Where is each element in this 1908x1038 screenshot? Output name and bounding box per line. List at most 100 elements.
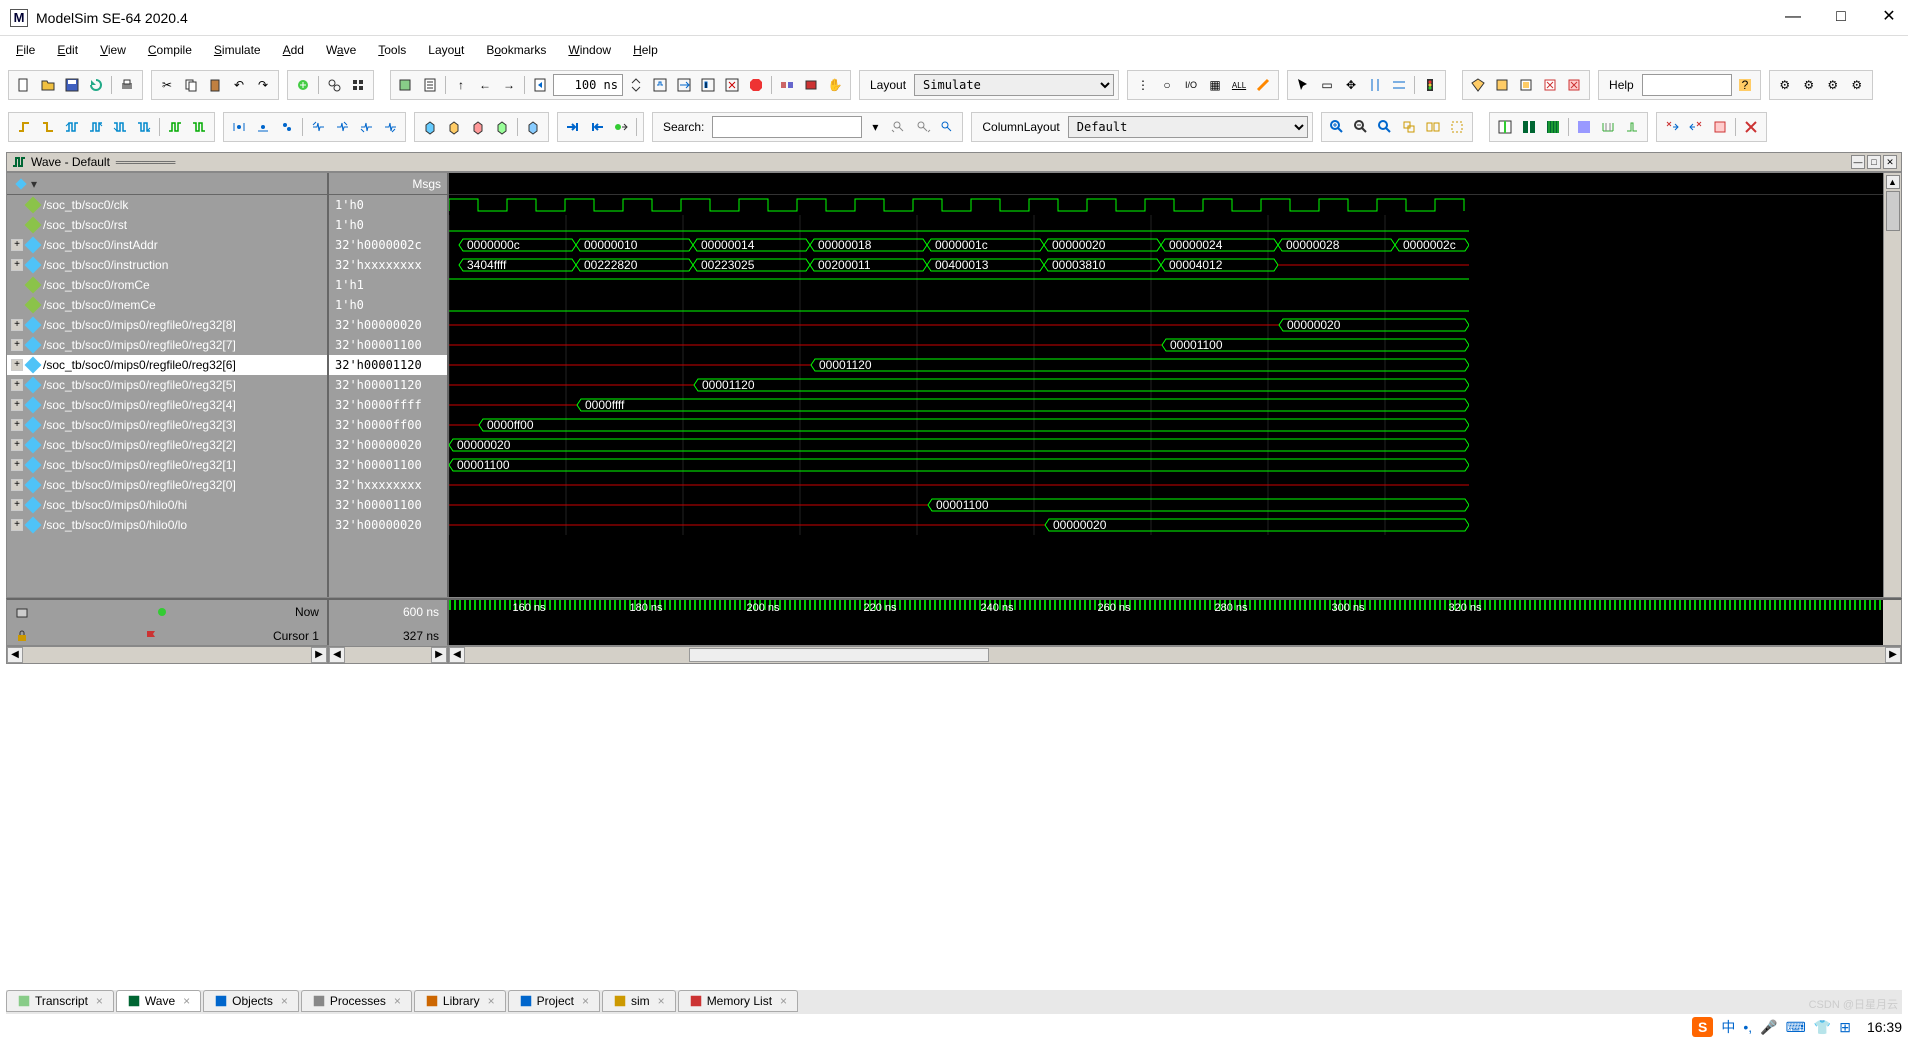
menu-compile[interactable]: Compile: [148, 43, 192, 57]
settings-button[interactable]: [347, 74, 369, 96]
compile-button[interactable]: [292, 74, 314, 96]
tab-library[interactable]: Library×: [414, 990, 506, 1012]
gear4-button[interactable]: ⚙: [1846, 74, 1868, 96]
hand-button[interactable]: ✋: [824, 74, 846, 96]
expand-icon[interactable]: +: [11, 319, 23, 331]
signal-row[interactable]: +/soc_tb/soc0/mips0/regfile0/reg32[1]: [7, 455, 327, 475]
run-list-button[interactable]: [419, 74, 441, 96]
help-go-button[interactable]: ?: [1734, 74, 1756, 96]
expand-icon[interactable]: +: [11, 359, 23, 371]
e7[interactable]: [164, 116, 186, 138]
run-all-button[interactable]: [673, 74, 695, 96]
menu-edit[interactable]: Edit: [57, 43, 78, 57]
g6[interactable]: [355, 116, 377, 138]
bm5-button[interactable]: [1563, 74, 1585, 96]
redo-button[interactable]: ↷: [252, 74, 274, 96]
wf5[interactable]: [1597, 116, 1619, 138]
step-up-button[interactable]: ↑: [450, 74, 472, 96]
layout-select[interactable]: Simulate: [914, 74, 1114, 96]
search-next[interactable]: [912, 116, 934, 138]
run-button[interactable]: [649, 74, 671, 96]
tab-sim[interactable]: sim×: [602, 990, 676, 1012]
bm4-button[interactable]: [1539, 74, 1561, 96]
wave-hscroll[interactable]: ◀▶: [448, 646, 1902, 664]
expand-icon[interactable]: +: [11, 259, 23, 271]
signal-row[interactable]: +/soc_tb/soc0/mips0/regfile0/reg32[0]: [7, 475, 327, 495]
tab-close-icon[interactable]: ×: [394, 994, 401, 1008]
g2[interactable]: [252, 116, 274, 138]
menu-wave[interactable]: Wave: [326, 43, 356, 57]
signal-row[interactable]: /soc_tb/soc0/memCe: [7, 295, 327, 315]
zoom-full-button[interactable]: [1374, 116, 1396, 138]
add-cursor-icon[interactable]: [15, 605, 29, 619]
menu-layout[interactable]: Layout: [428, 43, 464, 57]
tab-close-icon[interactable]: ×: [96, 994, 103, 1008]
gear3-button[interactable]: ⚙: [1822, 74, 1844, 96]
expand-icon[interactable]: +: [11, 379, 23, 391]
cut-button[interactable]: ✂: [156, 74, 178, 96]
step-forward-button[interactable]: →: [498, 74, 520, 96]
x3[interactable]: [1709, 116, 1731, 138]
signal-row[interactable]: +/soc_tb/soc0/instAddr: [7, 235, 327, 255]
break-button[interactable]: [721, 74, 743, 96]
expand-icon[interactable]: +: [11, 239, 23, 251]
menu-window[interactable]: Window: [568, 43, 611, 57]
search-dd[interactable]: ▾: [864, 116, 886, 138]
minimize-button[interactable]: —: [1784, 9, 1802, 27]
wf3[interactable]: [1542, 116, 1564, 138]
cursor-flag-icon[interactable]: [144, 629, 158, 643]
tab-transcript[interactable]: Transcript×: [6, 990, 114, 1012]
x1[interactable]: [1661, 116, 1683, 138]
ime-icon[interactable]: S: [1692, 1017, 1713, 1037]
wave-close-button[interactable]: ✕: [1883, 155, 1897, 169]
gear2-button[interactable]: ⚙: [1798, 74, 1820, 96]
e4[interactable]: [85, 116, 107, 138]
signal-row[interactable]: +/soc_tb/soc0/mips0/regfile0/reg32[4]: [7, 395, 327, 415]
wave-vscroll[interactable]: ▲: [1883, 173, 1901, 597]
tab-close-icon[interactable]: ×: [658, 994, 665, 1008]
move-button[interactable]: ✥: [1340, 74, 1362, 96]
signal-hscroll[interactable]: ◀▶: [6, 646, 328, 664]
save-button[interactable]: [61, 74, 83, 96]
expand-icon[interactable]: +: [11, 439, 23, 451]
signal-row[interactable]: +/soc_tb/soc0/mips0/regfile0/reg32[5]: [7, 375, 327, 395]
copy-button[interactable]: [180, 74, 202, 96]
msgs-hscroll[interactable]: ◀▶: [328, 646, 448, 664]
wave-undock-button[interactable]: —: [1851, 155, 1865, 169]
wf2[interactable]: [1518, 116, 1540, 138]
menu-tools[interactable]: Tools: [378, 43, 406, 57]
tray-grid-icon[interactable]: ⊞: [1839, 1019, 1851, 1036]
paste-button[interactable]: [204, 74, 226, 96]
tab-close-icon[interactable]: ×: [183, 994, 190, 1008]
tab-wave[interactable]: Wave×: [116, 990, 201, 1012]
menu-file[interactable]: File: [16, 43, 35, 57]
memory-button[interactable]: [800, 74, 822, 96]
hmark-button[interactable]: [1364, 74, 1386, 96]
wf6[interactable]: [1621, 116, 1643, 138]
collayout-select[interactable]: Default: [1068, 116, 1308, 138]
tab-close-icon[interactable]: ×: [488, 994, 495, 1008]
sel4-button[interactable]: ▦: [1204, 74, 1226, 96]
open-button[interactable]: [37, 74, 59, 96]
zoom-out-button[interactable]: [1350, 116, 1372, 138]
continue-button[interactable]: [697, 74, 719, 96]
run-time-input[interactable]: [553, 74, 623, 96]
tray-mic-icon[interactable]: 🎤: [1760, 1019, 1777, 1036]
sel-all-button[interactable]: ALL: [1228, 74, 1250, 96]
gear1-button[interactable]: ⚙: [1774, 74, 1796, 96]
search-all[interactable]: [936, 116, 958, 138]
wf4[interactable]: [1573, 116, 1595, 138]
x4[interactable]: [1740, 116, 1762, 138]
signal-row[interactable]: +/soc_tb/soc0/mips0/hilo0/hi: [7, 495, 327, 515]
g7[interactable]: [379, 116, 401, 138]
tray-shirt-icon[interactable]: 👕: [1814, 1019, 1831, 1036]
expand-icon[interactable]: +: [11, 419, 23, 431]
wave-max-button[interactable]: □: [1867, 155, 1881, 169]
tray-cn-icon[interactable]: 中: [1721, 1017, 1735, 1037]
tab-project[interactable]: Project×: [508, 990, 600, 1012]
vmark-button[interactable]: [1388, 74, 1410, 96]
expand-icon[interactable]: +: [11, 479, 23, 491]
signal-row[interactable]: +/soc_tb/soc0/mips0/regfile0/reg32[7]: [7, 335, 327, 355]
expand-icon[interactable]: +: [11, 399, 23, 411]
menu-help[interactable]: Help: [633, 43, 658, 57]
